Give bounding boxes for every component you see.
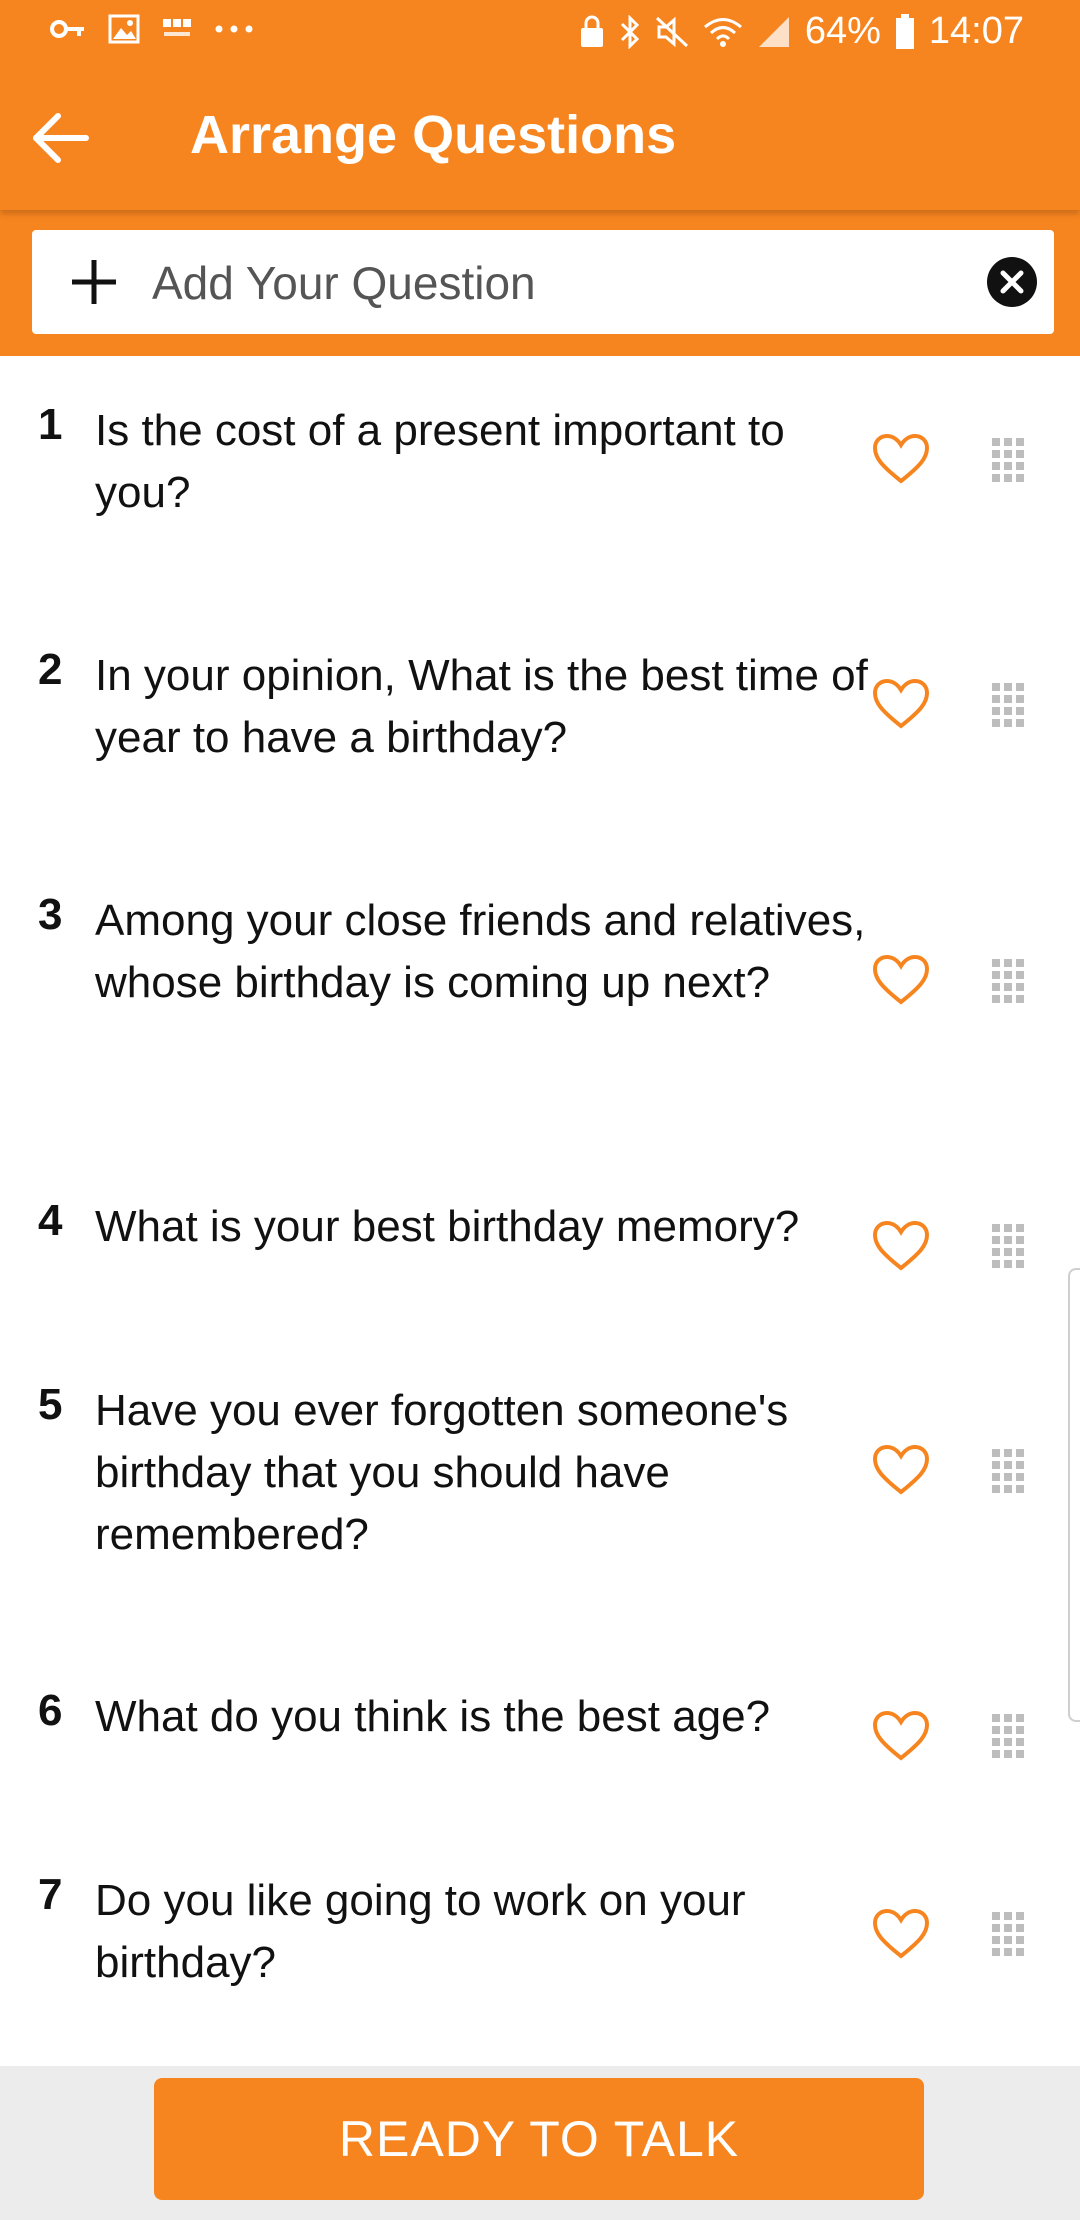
question-text: In your opinion, What is the best time o… <box>95 651 868 762</box>
question-number: 5 <box>38 1380 63 1429</box>
wifi-icon <box>703 17 742 47</box>
drag-handle-icon[interactable] <box>990 957 1026 1005</box>
clear-icon[interactable] <box>986 256 1038 308</box>
heart-icon[interactable] <box>872 433 930 485</box>
question-number: 7 <box>38 1870 63 1919</box>
question-text: Among your close friends and relatives, … <box>95 896 866 1007</box>
question-number: 1 <box>38 400 63 449</box>
clock: 14:07 <box>928 10 1024 52</box>
app-header: 64% 14:07 Arrange Questions <box>0 0 1080 210</box>
add-question-box <box>32 230 1054 334</box>
question-number: 6 <box>38 1686 63 1735</box>
ready-to-talk-button[interactable]: READY TO TALK <box>154 2078 924 2200</box>
question-number: 2 <box>38 645 63 694</box>
drag-handle-icon[interactable] <box>990 1447 1026 1495</box>
question-text: Do you like going to work on your birthd… <box>95 1876 746 1987</box>
footer-bar: READY TO TALK <box>0 2066 1080 2220</box>
battery-percent: 64% <box>804 10 881 52</box>
signal-icon <box>758 16 789 47</box>
bluetooth-icon <box>620 14 639 49</box>
heart-icon[interactable] <box>872 1444 930 1496</box>
heart-icon[interactable] <box>872 678 930 730</box>
back-arrow-icon[interactable] <box>28 108 92 172</box>
drag-handle-icon[interactable] <box>990 1910 1026 1958</box>
heart-icon[interactable] <box>872 954 930 1006</box>
heart-icon[interactable] <box>872 1908 930 1960</box>
mute-icon <box>655 16 688 47</box>
add-question-input[interactable] <box>150 248 974 318</box>
question-text: Have you ever forgotten someone's birthd… <box>95 1386 789 1559</box>
battery-icon <box>895 13 914 49</box>
add-question-bar <box>0 210 1080 356</box>
plus-icon[interactable] <box>68 256 120 308</box>
news-icon <box>163 19 191 36</box>
question-text: Is the cost of a present important to yo… <box>95 406 785 517</box>
key-icon <box>50 20 84 38</box>
scrollbar-handle[interactable] <box>1068 1268 1080 1722</box>
gallery-icon <box>108 14 140 44</box>
question-number: 3 <box>38 890 63 939</box>
drag-handle-icon[interactable] <box>990 681 1026 729</box>
question-text: What is your best birthday memory? <box>95 1202 800 1251</box>
question-text: What do you think is the best age? <box>95 1692 771 1741</box>
drag-handle-icon[interactable] <box>990 1712 1026 1760</box>
page-title: Arrange Questions <box>190 105 677 165</box>
status-bar: 64% 14:07 <box>0 0 1080 64</box>
drag-handle-icon[interactable] <box>990 1222 1026 1270</box>
more-dots-icon <box>215 25 253 33</box>
lock-icon <box>580 15 603 47</box>
question-number: 4 <box>38 1196 63 1245</box>
drag-handle-icon[interactable] <box>990 436 1026 484</box>
heart-icon[interactable] <box>872 1710 930 1762</box>
heart-icon[interactable] <box>872 1220 930 1272</box>
